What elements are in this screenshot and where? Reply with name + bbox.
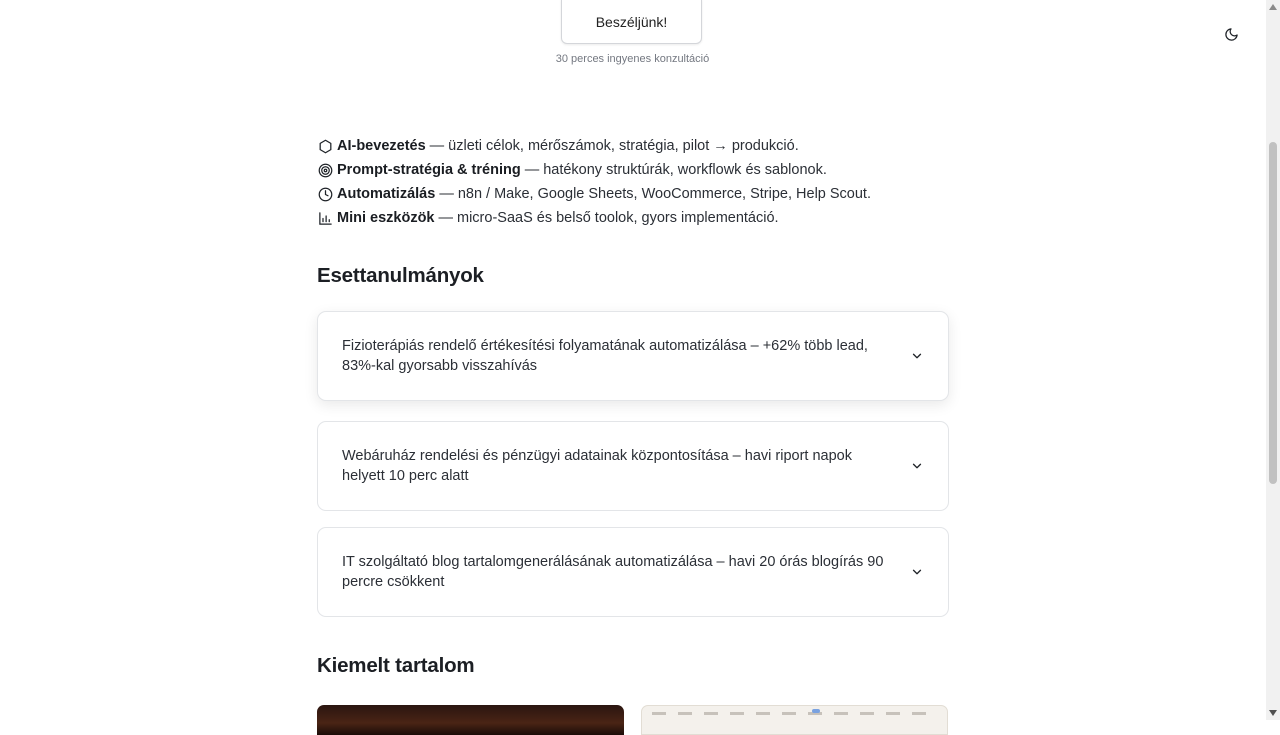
service-separator: — [429,138,445,154]
service-item-ai: AI-bevezetés — üzleti célok, mérőszámok,… [317,134,957,158]
service-title: Prompt-stratégia & tréning [337,162,521,178]
service-title: AI-bevezetés [337,138,426,154]
case-study-title: IT szolgáltató blog tartalomgenerálásána… [342,554,884,590]
contact-cta-button[interactable]: Beszéljünk! [561,0,702,44]
service-title: Automatizálás [337,186,436,202]
chevron-down-icon [912,463,922,469]
clock-icon [317,186,333,202]
featured-card-image[interactable] [317,705,624,735]
vertical-scrollbar[interactable] [1266,0,1280,720]
case-study-card[interactable]: Webáruház rendelési és pénzügyi adataina… [317,421,949,511]
theme-toggle-button[interactable] [1220,23,1242,45]
moon-icon [1224,27,1238,41]
case-study-title: Webáruház rendelési és pénzügyi adataina… [342,448,852,484]
service-description: n8n / Make, Google Sheets, WooCommerce, … [457,186,871,202]
service-item-mini-tools: Mini eszközök — micro-SaaS és belső tool… [317,206,957,230]
service-separator: — [439,186,454,202]
service-separator: — [524,162,540,178]
service-description: micro-SaaS és belső toolok, gyors implem… [457,210,779,226]
page: Beszéljünk! 30 perces ingyenes konzultác… [0,0,1266,735]
thumbnail-decoration [812,709,820,713]
hexagon-icon [317,138,333,154]
service-item-prompt: Prompt-stratégia & tréning — hatékony st… [317,158,957,182]
scroll-up-arrow-icon[interactable] [1266,0,1280,14]
thumbnail-decoration [652,712,937,715]
scroll-down-arrow-icon[interactable] [1266,706,1280,720]
service-item-automation: Automatizálás — n8n / Make, Google Sheet… [317,182,957,206]
target-icon [317,162,333,178]
service-description: üzleti célok, mérőszámok, stratégia, pil… [448,138,799,154]
scrollbar-thumb[interactable] [1269,142,1277,484]
featured-heading: Kiemelt tartalom [317,654,475,677]
case-study-card[interactable]: Fizioterápiás rendelő értékesítési folya… [317,311,949,401]
featured-card-image[interactable] [641,705,948,735]
service-description: hatékony struktúrák, workflowk és sablon… [543,162,827,178]
case-studies-heading: Esettanulmányok [317,264,484,287]
case-study-title: Fizioterápiás rendelő értékesítési folya… [342,338,868,374]
cta-note: 30 perces ingyenes konzultáció [555,53,710,65]
chevron-down-icon [912,353,922,359]
services-list: AI-bevezetés — üzleti célok, mérőszámok,… [317,134,957,230]
service-separator: — [438,210,454,226]
bar-chart-icon [317,210,333,226]
case-study-card[interactable]: IT szolgáltató blog tartalomgenerálásána… [317,527,949,617]
chevron-down-icon [912,569,922,575]
service-title: Mini eszközök [337,210,435,226]
